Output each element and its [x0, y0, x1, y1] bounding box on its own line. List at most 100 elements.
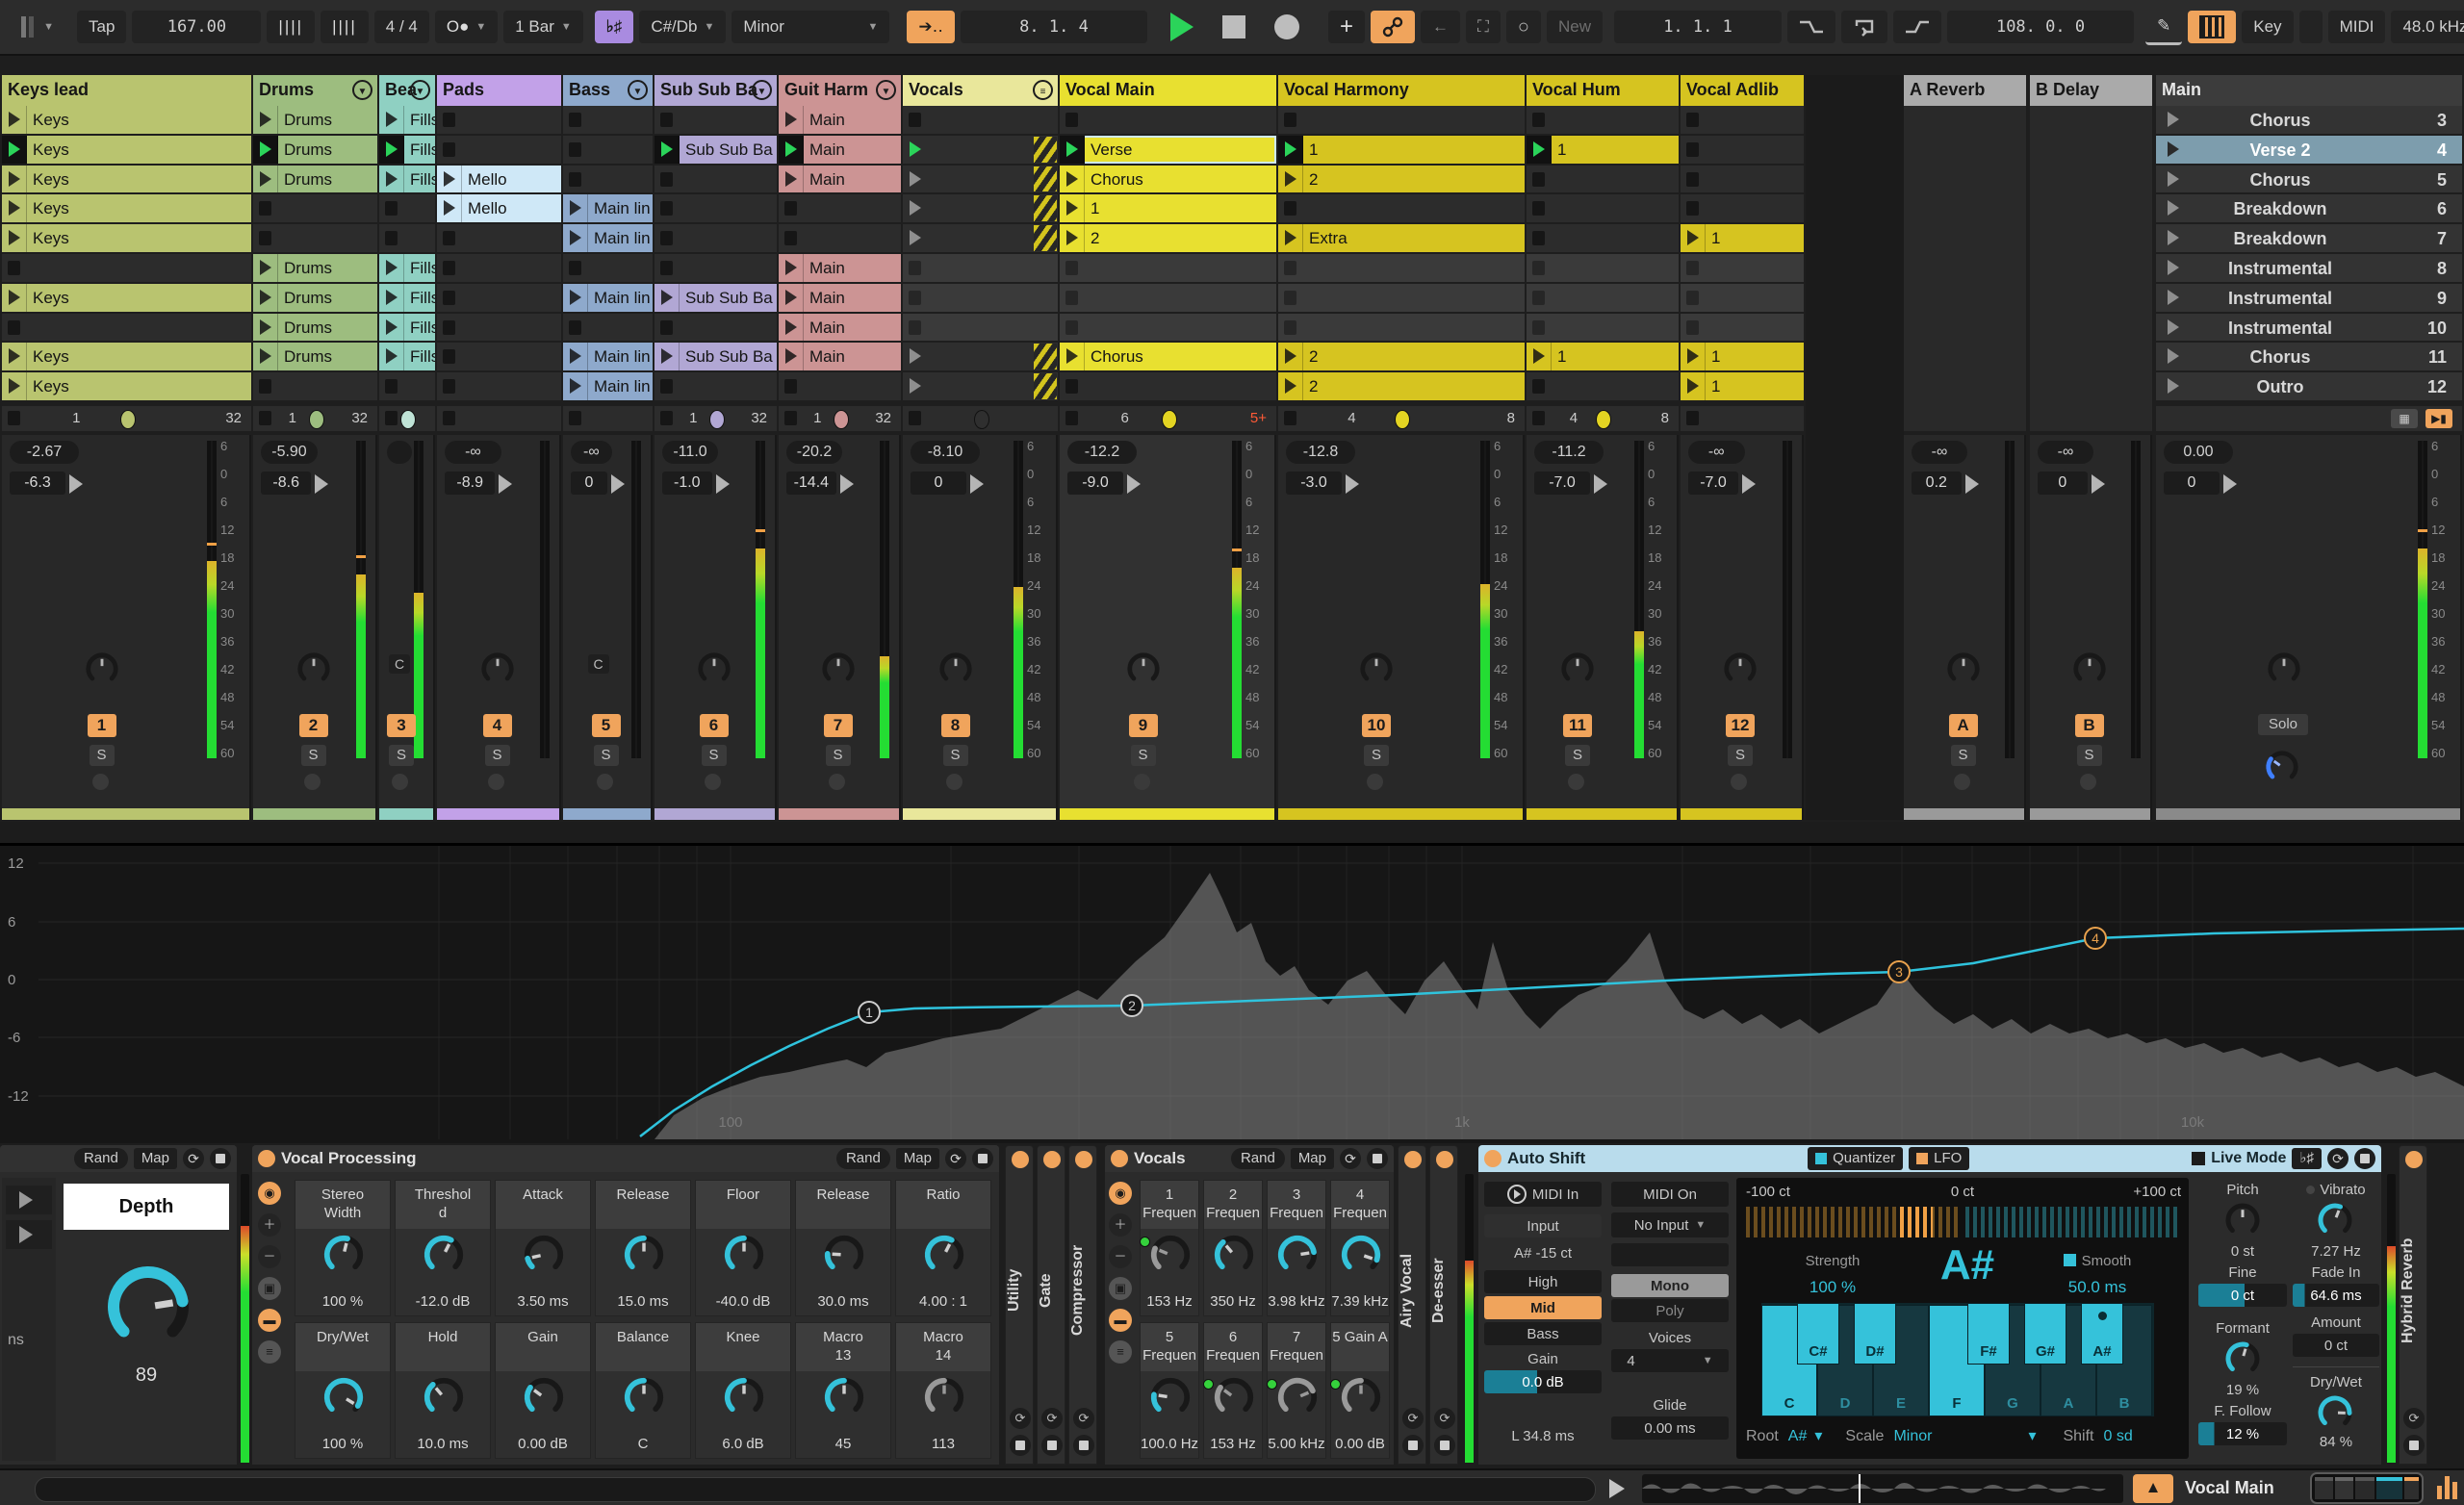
- macro-knob[interactable]: [1275, 1233, 1320, 1282]
- clip[interactable]: Keys: [2, 194, 251, 223]
- clip[interactable]: 1: [1681, 372, 1804, 400]
- window-menu-icon[interactable]: ▼: [10, 11, 65, 43]
- volume-field[interactable]: -3.0: [1286, 472, 1342, 495]
- clip-launch-zone[interactable]: [779, 343, 804, 371]
- clip-slot[interactable]: [1060, 106, 1276, 134]
- formant-follow-field[interactable]: 12 %: [2198, 1422, 2287, 1445]
- peak-level-display[interactable]: [387, 441, 412, 464]
- arm-button[interactable]: [1953, 774, 1970, 790]
- clip-launch-zone[interactable]: [1060, 194, 1085, 223]
- volume-field[interactable]: 0.2: [1912, 472, 1962, 495]
- clip[interactable]: Main lin: [563, 194, 653, 223]
- clip-slot[interactable]: [903, 372, 1058, 400]
- macro-knob[interactable]: [1339, 1375, 1383, 1424]
- clip-launch-zone[interactable]: [1681, 224, 1706, 252]
- clip[interactable]: Keys: [2, 224, 251, 252]
- solo-button[interactable]: S: [1364, 745, 1389, 766]
- clip-launch-zone[interactable]: [2, 106, 27, 134]
- clip-slot[interactable]: [1060, 254, 1276, 282]
- clip[interactable]: Fills: [379, 106, 435, 134]
- scene-row[interactable]: Breakdown 6: [2156, 194, 2462, 223]
- macro-value[interactable]: 30.0 ms: [796, 1293, 890, 1310]
- clip-slot[interactable]: [654, 194, 777, 223]
- play-triangle-icon[interactable]: [910, 230, 921, 246]
- clip-slot[interactable]: [779, 372, 901, 400]
- mono-button[interactable]: Mono: [1611, 1274, 1729, 1297]
- key-D#[interactable]: D#: [1854, 1303, 1896, 1365]
- device-on-button[interactable]: [1484, 1150, 1502, 1167]
- macro-value[interactable]: 100 %: [295, 1436, 390, 1452]
- clip-slot[interactable]: [437, 254, 561, 282]
- clip-launch-zone[interactable]: [437, 165, 462, 193]
- peak-level-display[interactable]: -2.67: [10, 441, 79, 464]
- clip-stop-row-cell[interactable]: 1 32: [2, 406, 251, 431]
- macro-value[interactable]: 100.0 Hz: [1141, 1436, 1198, 1452]
- pan-knob[interactable]: [696, 650, 732, 692]
- clip-launch-zone[interactable]: [253, 283, 278, 312]
- refresh-icon[interactable]: ⟳: [1434, 1408, 1455, 1429]
- clip-slot[interactable]: [654, 106, 777, 134]
- clip-slot[interactable]: [1060, 283, 1276, 312]
- play-triangle-icon[interactable]: [444, 170, 455, 187]
- device-chain-minimap[interactable]: [2310, 1472, 2424, 1504]
- scene-row[interactable]: Breakdown 7: [2156, 224, 2462, 252]
- play-triangle-icon[interactable]: [1285, 170, 1296, 187]
- refresh-icon[interactable]: ⟳: [183, 1148, 204, 1169]
- track-header[interactable]: Guit Harm ▼: [779, 75, 901, 106]
- scene-row[interactable]: Instrumental 8: [2156, 254, 2462, 282]
- macro-knob[interactable]: [321, 1375, 366, 1424]
- arm-button[interactable]: [596, 774, 613, 790]
- macro-control[interactable]: Release 30.0 ms: [795, 1180, 891, 1316]
- stop-all-clips-button[interactable]: ▶▮: [2426, 409, 2452, 428]
- clip-slot[interactable]: [1527, 313, 1679, 342]
- clip-launch-zone[interactable]: [437, 194, 462, 223]
- capture-new-button[interactable]: New: [1547, 11, 1604, 43]
- fader-handle-icon[interactable]: [2223, 474, 2237, 494]
- peak-level-display[interactable]: -∞: [1912, 441, 1968, 464]
- macro-control[interactable]: 3 Frequen 3.98 kHz: [1267, 1180, 1326, 1316]
- play-triangle-icon[interactable]: [910, 170, 921, 187]
- play-triangle-icon[interactable]: [910, 378, 921, 395]
- peak-level-display[interactable]: -12.8: [1286, 441, 1355, 464]
- rand-button[interactable]: Rand: [835, 1148, 890, 1169]
- clip-launch-zone[interactable]: [563, 283, 588, 312]
- clip[interactable]: Fills: [379, 165, 435, 193]
- clip[interactable]: Main: [779, 106, 901, 134]
- clip-launch-zone[interactable]: [1060, 135, 1085, 164]
- track-number-button[interactable]: 11: [1563, 714, 1592, 737]
- refresh-icon[interactable]: ⟳: [945, 1148, 966, 1169]
- input-select-menu[interactable]: No Input ▼: [1611, 1212, 1729, 1237]
- macro-value[interactable]: -40.0 dB: [696, 1293, 790, 1310]
- macro-value[interactable]: 3.50 ms: [496, 1293, 590, 1310]
- peak-level-display[interactable]: -∞: [445, 441, 501, 464]
- amount-field[interactable]: 0 ct: [2293, 1334, 2379, 1357]
- clip-stop-row-cell[interactable]: 1 32: [779, 406, 901, 431]
- clip-slot[interactable]: [1681, 254, 1804, 282]
- clip[interactable]: Chorus: [1060, 343, 1276, 371]
- clip[interactable]: Sub Sub Ba: [654, 343, 777, 371]
- refresh-icon[interactable]: ⟳: [2403, 1408, 2425, 1429]
- pan-knob[interactable]: [1358, 650, 1395, 692]
- session-record-link-icon[interactable]: [1371, 11, 1415, 43]
- macro-value[interactable]: 15.0 ms: [596, 1293, 690, 1310]
- play-triangle-icon[interactable]: [1066, 230, 1078, 246]
- arm-button[interactable]: [303, 774, 321, 790]
- collapsed-device[interactable]: Utility ⟳: [1005, 1145, 1034, 1465]
- track-header[interactable]: Vocal Adlib: [1681, 75, 1804, 106]
- clip[interactable]: Keys: [2, 135, 251, 164]
- play-triangle-icon[interactable]: [260, 260, 271, 275]
- remove-macro-icon[interactable]: －: [1109, 1245, 1132, 1268]
- clip[interactable]: Fills: [379, 135, 435, 164]
- play-triangle-icon[interactable]: [386, 319, 398, 335]
- solo-button[interactable]: S: [701, 745, 727, 766]
- scale-value[interactable]: Minor: [1893, 1428, 1932, 1444]
- play-triangle-icon[interactable]: [661, 348, 673, 365]
- arm-button[interactable]: [1568, 774, 1584, 790]
- play-triangle-icon[interactable]: [1066, 200, 1078, 217]
- clip[interactable]: 1: [1527, 343, 1679, 371]
- clip-slot[interactable]: [1527, 254, 1679, 282]
- track-number-button[interactable]: 6: [699, 714, 729, 737]
- clip-slot[interactable]: [253, 194, 377, 223]
- clip[interactable]: Fills: [379, 313, 435, 342]
- clip[interactable]: Main lin: [563, 372, 653, 400]
